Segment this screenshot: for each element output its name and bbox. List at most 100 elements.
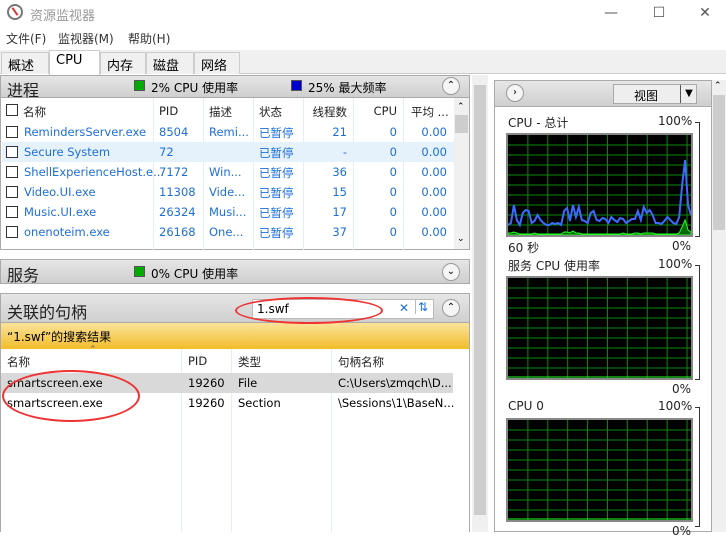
scroll-down-icon[interactable]: ⌄ [457,234,465,244]
process-row[interactable]: ShellExperienceHost.e... 7172 Win... 已暂停 36 0… [2,162,454,182]
view-label: 视图 [634,89,659,103]
minimize-button[interactable]: — [588,2,634,24]
scroll-thumb[interactable] [455,115,468,133]
process-desc: Win... [209,165,242,179]
process-status: 已暂停 [259,226,294,240]
left-pane-scrollbar[interactable] [472,75,488,532]
search-result-banner: “1.swf”的搜索结果 [0,323,470,349]
graph-min: 0% [672,524,692,538]
column-pid[interactable]: PID [188,354,207,368]
collapse-icon[interactable]: ⌃ [442,77,460,95]
graph-canvas [506,133,693,237]
graph-title: CPU - 总计 [508,116,569,130]
select-all-checkbox[interactable] [6,104,18,116]
process-name: Music.UI.exe [24,205,97,219]
window-title: 资源监视器 [30,9,96,24]
menu-help[interactable]: 帮助(H) [128,30,170,47]
clear-search-icon[interactable]: ✕ [399,301,409,315]
handle-type: Section [238,396,281,410]
process-row[interactable]: Music.UI.exe 26324 Musi... 已暂停 17 0 0.00 [2,202,454,222]
process-name: onenoteim.exe [24,225,110,239]
process-cpu: 0 [389,125,397,139]
tab-bar: 概述 CPU 内存 磁盘 网络 [0,50,726,75]
processes-cpu-usage: 2% CPU 使用率 [151,81,239,95]
graph-min: 0% [672,382,692,396]
menu-file[interactable]: 文件(F) [6,30,46,47]
process-row[interactable]: RemindersServer.exe 8504 Remi... 已暂停 21 0 0.00 [2,122,454,142]
column-cpu[interactable]: CPU [359,104,397,118]
tab-overview[interactable]: 概述 [1,52,49,74]
title-bar: 资源监视器 — ☐ ✕ [0,0,726,26]
process-cpu: 0 [389,145,397,159]
column-pid[interactable]: PID [159,104,178,118]
column-threads[interactable]: 线程数 [309,104,348,120]
tab-disk[interactable]: 磁盘 [146,52,194,74]
process-cpu: 0 [389,185,397,199]
process-desc: Musi... [209,205,247,219]
expand-pane-icon[interactable]: › [506,84,524,102]
sort-ascending-icon: ⌃ [89,345,97,355]
processes-max-frequency: 25% 最大频率 [308,81,387,95]
graph-pane-scrollbar[interactable]: ⌃ [712,80,726,532]
annotation-circle [2,370,140,422]
scroll-up-icon[interactable]: ⌃ [457,102,465,112]
column-type[interactable]: 类型 [238,354,261,370]
process-row[interactable]: onenoteim.exe 26168 One... 已暂停 37 0 0.00 [2,222,454,242]
column-average[interactable]: 平均 ... [411,104,449,120]
graph-title: CPU 0 [508,399,544,413]
process-threads: 36 [332,165,347,179]
process-checkbox[interactable] [6,166,18,178]
process-desc: Vide... [209,185,246,199]
refresh-search-icon[interactable]: ⇅ [415,300,428,314]
column-status[interactable]: 状态 [259,104,282,120]
graph-pane-header: › 视图 ▼ [495,81,711,107]
process-threads: 15 [332,185,347,199]
handle-handle: \Sessions\1\BaseN... [338,396,455,410]
process-checkbox[interactable] [6,226,18,238]
process-name: ShellExperienceHost.e... [24,165,165,179]
tab-cpu[interactable]: CPU [49,50,100,75]
process-checkbox[interactable] [6,126,18,138]
process-avg: 0.00 [421,125,447,139]
graph-title: 服务 CPU 使用率 [508,259,601,273]
services-header[interactable]: 服务 0% CPU 使用率 ⌄ [0,259,470,285]
close-button[interactable]: ✕ [682,2,726,24]
process-avg: 0.00 [421,165,447,179]
dropdown-arrow-icon[interactable]: ▼ [680,85,697,103]
process-row[interactable]: Video.UI.exe 11308 Vide... 已暂停 15 0 0.00 [2,182,454,202]
menu-monitor[interactable]: 监视器(M) [58,30,114,47]
column-name[interactable]: 名称 [23,104,46,120]
process-status: 已暂停 [259,206,294,220]
process-name: Secure System [24,145,111,159]
column-name[interactable]: 名称 [7,354,30,370]
column-handle-name[interactable]: 句柄名称 [338,354,384,370]
process-threads: - [342,145,347,159]
graph-max: 100% [658,114,693,128]
scroll-thumb[interactable] [474,85,486,515]
annotation-circle [235,297,383,324]
scroll-thumb[interactable] [713,95,725,230]
scroll-up-icon[interactable]: ⌃ [714,81,722,91]
process-row[interactable]: Secure System 72 已暂停 - 0 0.00 [2,142,454,162]
processes-table: 名称 PID 描述 状态 线程数 CPU 平均 ... RemindersSer… [0,98,470,250]
process-checkbox[interactable] [6,206,18,218]
process-checkbox[interactable] [6,186,18,198]
collapse-icon[interactable]: ⌃ [442,299,460,317]
handle-pid: 19260 [188,376,225,390]
processes-header[interactable]: 进程 2% CPU 使用率 25% 最大频率 ⌃ [0,75,470,100]
graph-max: 100% [658,399,693,413]
column-description[interactable]: 描述 [209,104,232,120]
processes-scrollbar[interactable]: ⌃ ⌄ [454,98,469,249]
view-dropdown[interactable]: 视图 ▼ [613,84,697,104]
process-pid: 7172 [159,165,189,179]
tab-memory[interactable]: 内存 [100,52,146,74]
graph-min: 0% [672,239,692,253]
tab-network[interactable]: 网络 [194,52,240,74]
process-checkbox[interactable] [6,146,18,158]
process-name: RemindersServer.exe [24,125,147,139]
maximize-button[interactable]: ☐ [636,2,682,24]
process-avg: 0.00 [421,185,447,199]
expand-icon[interactable]: ⌄ [442,263,460,281]
handle-type: File [238,376,258,390]
process-threads: 17 [332,205,347,219]
